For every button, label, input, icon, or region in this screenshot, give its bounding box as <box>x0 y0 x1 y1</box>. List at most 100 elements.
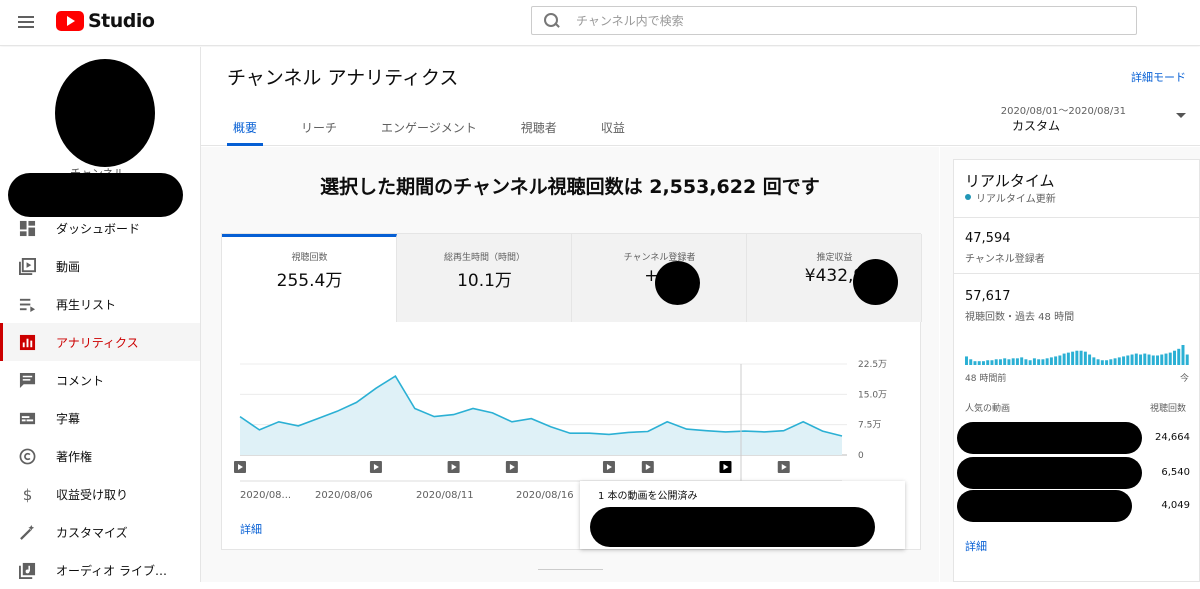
realtime-bar <box>994 359 998 365</box>
realtime-bar <box>1151 355 1155 365</box>
redacted-video-title <box>590 507 875 547</box>
search-box[interactable] <box>531 6 1137 35</box>
realtime-bar <box>1117 357 1121 365</box>
studio-logo[interactable]: Studio <box>56 10 155 32</box>
sidebar-item-videos[interactable]: 動画 <box>0 247 200 285</box>
metric-watch-time[interactable]: 総再生時間（時間） 10.1万 <box>397 234 572 322</box>
dollar-icon: $ <box>23 486 33 503</box>
realtime-bar <box>1028 360 1032 365</box>
realtime-bar <box>1092 357 1096 365</box>
search-icon[interactable] <box>544 12 560 29</box>
sidebar-item-label: オーディオ ライブ… <box>56 563 167 578</box>
realtime-bar <box>1096 359 1100 365</box>
redacted-video-title <box>957 422 1142 454</box>
tab-overview[interactable]: 概要 <box>227 119 264 146</box>
video-views: 4,049 <box>1161 500 1190 511</box>
sidebar-item-audio-library[interactable]: オーディオ ライブ… <box>0 551 200 589</box>
realtime-views-label: 視聴回数・過去 48 時間 <box>965 312 1075 323</box>
realtime-bar <box>1037 359 1041 365</box>
sidebar-item-copyright[interactable]: 著作権 <box>0 437 200 475</box>
metric-tabs: 視聴回数 255.4万 総再生時間（時間） 10.1万 チャンネル登録者 +3,… <box>222 234 922 322</box>
copyright-icon <box>19 448 36 464</box>
sidebar-item-customize[interactable]: カスタマイズ <box>0 513 200 551</box>
realtime-bar <box>1160 354 1164 365</box>
realtime-bar <box>1126 355 1130 365</box>
sidebar-item-dashboard[interactable]: ダッシュボード <box>0 209 200 247</box>
sidebar-item-label: アナリティクス <box>56 335 139 350</box>
axis-label-start: 48 時間前 <box>965 374 1007 384</box>
youtube-logo-icon <box>56 11 84 31</box>
popular-video-row[interactable]: 24,664 <box>954 422 1200 454</box>
sidebar-item-playlists[interactable]: 再生リスト <box>0 285 200 323</box>
metric-subscribers[interactable]: チャンネル登録者 +3, <box>572 234 747 322</box>
subtitles-icon <box>19 412 36 424</box>
metric-label: 総再生時間（時間） <box>443 253 525 263</box>
popular-video-row[interactable]: 6,540 <box>954 457 1200 489</box>
date-range-text[interactable]: 2020/08/01～2020/08/31 <box>1001 102 1126 117</box>
details-link[interactable]: 詳細 <box>240 521 262 537</box>
avatar[interactable] <box>55 59 155 167</box>
tab-engagement[interactable]: エンゲージメント <box>375 119 483 146</box>
realtime-bar <box>1066 352 1070 365</box>
realtime-bar <box>1177 348 1181 365</box>
chevron-down-icon[interactable] <box>1176 113 1186 118</box>
realtime-bar <box>1075 350 1079 365</box>
realtime-bar <box>1105 360 1109 365</box>
metric-revenue[interactable]: 推定収益 ¥432,9 <box>747 234 922 322</box>
realtime-bar <box>1045 358 1049 365</box>
realtime-bar-chart[interactable] <box>965 343 1190 365</box>
search-input[interactable] <box>576 13 1096 28</box>
realtime-bar <box>1168 352 1172 365</box>
metric-label: 視聴回数 <box>291 253 328 263</box>
realtime-title: リアルタイム <box>965 172 1055 190</box>
x-tick-label: 2020/08/11 <box>416 490 474 501</box>
realtime-bar <box>1003 358 1007 365</box>
comment-icon <box>19 372 36 388</box>
realtime-bar <box>1122 356 1126 365</box>
popular-video-row[interactable]: 4,049 <box>954 490 1200 522</box>
sidebar-item-analytics[interactable]: アナリティクス <box>0 323 200 361</box>
svg-text:$: $ <box>23 486 33 503</box>
realtime-subscribers: 47,594 <box>965 231 1011 246</box>
realtime-bar <box>1062 353 1066 365</box>
realtime-bar <box>1024 359 1028 365</box>
sidebar-item-subtitles[interactable]: 字幕 <box>0 399 200 437</box>
realtime-bar <box>977 361 981 365</box>
chart-tooltip: 1 本の動画を公開済み <box>580 481 905 549</box>
sidebar: チャンネル ダッシュボード 動画 再生リスト アナリティクス コメント 字幕 著… <box>0 47 201 582</box>
y-tick-label: 22.5万 <box>858 360 887 370</box>
video-views: 24,664 <box>1155 432 1190 443</box>
tab-audience[interactable]: 視聴者 <box>515 119 563 146</box>
analytics-header: チャンネル アナリティクス 詳細モード 概要 リーチ エンゲージメント 視聴者 … <box>201 47 1200 146</box>
realtime-bar <box>1156 355 1160 365</box>
realtime-details-link[interactable]: 詳細 <box>965 538 987 554</box>
sidebar-item-monetization[interactable]: $ 収益受け取り <box>0 475 200 513</box>
sidebar-item-label: 収益受け取り <box>56 487 129 502</box>
metric-value: 10.1万 <box>457 271 512 291</box>
realtime-bar <box>1109 359 1113 365</box>
advanced-mode-link[interactable]: 詳細モード <box>1131 69 1186 85</box>
realtime-bar <box>1007 359 1011 365</box>
popular-videos-header: 人気の動画 <box>965 404 1011 414</box>
menu-icon[interactable] <box>18 13 36 33</box>
redaction-blob <box>655 261 700 305</box>
realtime-bar <box>1088 354 1092 365</box>
redaction-blob <box>853 259 898 305</box>
date-mode-select[interactable]: カスタム <box>1012 117 1060 134</box>
realtime-bar <box>1015 358 1019 365</box>
tab-revenue[interactable]: 収益 <box>595 119 631 146</box>
realtime-bar <box>1041 359 1045 365</box>
sidebar-item-comments[interactable]: コメント <box>0 361 200 399</box>
sidebar-item-label: カスタマイズ <box>56 525 128 540</box>
divider <box>954 273 1200 274</box>
logo-text: Studio <box>88 10 155 32</box>
sidebar-item-label: 再生リスト <box>56 297 117 312</box>
divider <box>538 569 603 570</box>
realtime-bar <box>1079 350 1083 365</box>
overview-panel: 選択した期間のチャンネル視聴回数は 2,553,622 回です 視聴回数 255… <box>201 147 939 582</box>
metric-label: チャンネル登録者 <box>623 253 696 263</box>
tab-reach[interactable]: リーチ <box>295 119 343 146</box>
realtime-views: 57,617 <box>965 289 1011 304</box>
realtime-bar <box>1173 350 1176 365</box>
metric-views[interactable]: 視聴回数 255.4万 <box>222 234 397 322</box>
